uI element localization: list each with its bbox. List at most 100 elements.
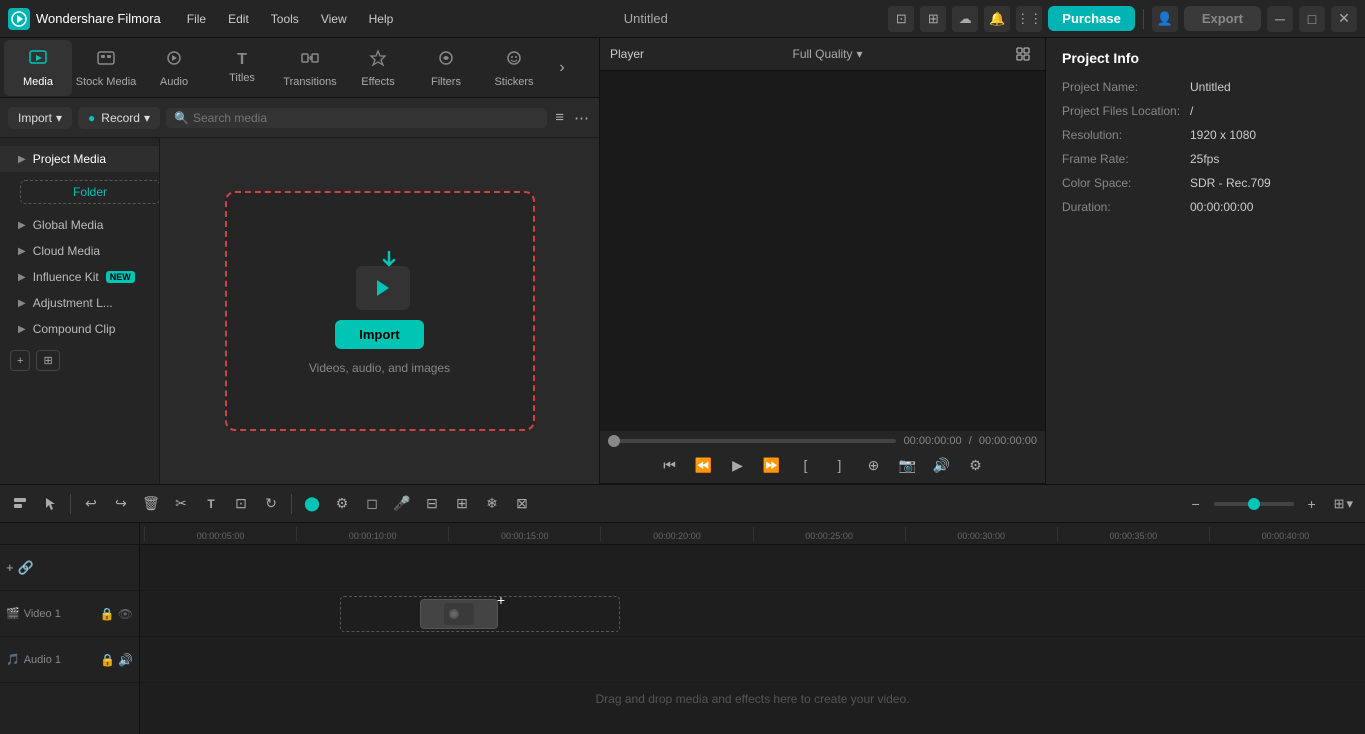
tab-media[interactable]: Media bbox=[4, 40, 72, 96]
menu-tools[interactable]: Tools bbox=[261, 8, 309, 30]
ruler-mark: 00:00:40:00 bbox=[1209, 527, 1361, 541]
crop-button[interactable]: ⊡ bbox=[227, 490, 255, 518]
zoom-out-button[interactable]: − bbox=[1182, 490, 1210, 518]
media-clip[interactable]: + bbox=[420, 599, 498, 629]
sidebar-item-influence-kit[interactable]: ▶ Influence Kit NEW bbox=[0, 264, 159, 290]
step-back-button[interactable]: ⏪ bbox=[690, 451, 718, 479]
tab-filters[interactable]: Filters bbox=[412, 40, 480, 96]
tab-audio[interactable]: Audio bbox=[140, 40, 208, 96]
snapshot-button[interactable]: 📷 bbox=[894, 451, 922, 479]
record-label: Record bbox=[101, 111, 140, 125]
audio-waveform-button[interactable]: 🎤 bbox=[388, 490, 416, 518]
purchase-button[interactable]: Purchase bbox=[1048, 6, 1135, 31]
delete-button[interactable]: 🗑 bbox=[137, 490, 165, 518]
progress-thumb[interactable] bbox=[608, 435, 620, 447]
video-track-row[interactable]: + bbox=[140, 591, 1365, 637]
audio-track-controls: 🔒 🔊 bbox=[100, 653, 133, 667]
record-dot-icon: ● bbox=[88, 111, 95, 125]
user-icon-btn[interactable]: 👤 bbox=[1152, 6, 1178, 32]
video-track-eye-button[interactable]: 👁 bbox=[118, 607, 133, 621]
more-options-button[interactable]: ⋯ bbox=[572, 107, 591, 129]
tab-stickers[interactable]: Stickers bbox=[480, 40, 548, 96]
audio-track-mute-button[interactable]: 🔊 bbox=[118, 653, 133, 667]
info-files-label: Project Files Location: bbox=[1062, 104, 1182, 118]
player-fullscreen-button[interactable] bbox=[1011, 42, 1035, 66]
record-dropdown-button[interactable]: ● Record ▾ bbox=[78, 107, 160, 129]
rotate-button[interactable]: ↻ bbox=[257, 490, 285, 518]
merge-button[interactable]: ⊞ bbox=[448, 490, 476, 518]
mark-out-button[interactable]: ] bbox=[826, 451, 854, 479]
video-track-lock-button[interactable]: 🔒 bbox=[100, 607, 115, 621]
copy-icon-btn[interactable]: ⊞ bbox=[920, 6, 946, 32]
pointer-tool-button[interactable] bbox=[36, 490, 64, 518]
folder-button[interactable]: Folder bbox=[20, 180, 160, 204]
play-button[interactable]: ▶ bbox=[724, 451, 752, 479]
menu-view[interactable]: View bbox=[311, 8, 357, 30]
sidebar-item-project-media[interactable]: ▶ Project Media bbox=[0, 146, 159, 172]
import-dropdown-button[interactable]: Import ▾ bbox=[8, 107, 72, 129]
tab-transitions[interactable]: Transitions bbox=[276, 40, 344, 96]
maximize-button[interactable]: □ bbox=[1299, 6, 1325, 32]
grid-layout-button[interactable]: ⊞ ▾ bbox=[1328, 494, 1359, 514]
progress-track[interactable] bbox=[608, 439, 896, 443]
zoom-in-button[interactable]: + bbox=[1298, 490, 1326, 518]
select-tool-button[interactable] bbox=[6, 490, 34, 518]
restore-icon-btn[interactable]: ⊡ bbox=[888, 6, 914, 32]
mark-in-button[interactable]: [ bbox=[792, 451, 820, 479]
split-button[interactable]: ⊟ bbox=[418, 490, 446, 518]
sidebar-item-cloud-media[interactable]: ▶ Cloud Media bbox=[0, 238, 159, 264]
menu-help[interactable]: Help bbox=[359, 8, 404, 30]
undo-button[interactable]: ↩ bbox=[77, 490, 105, 518]
export-button[interactable]: Export bbox=[1184, 6, 1261, 31]
info-colorspace-label: Color Space: bbox=[1062, 176, 1182, 190]
timeline-track-rows: + Drag and drop media and effects here t… bbox=[140, 545, 1365, 734]
audio-button[interactable]: 🔊 bbox=[928, 451, 956, 479]
titlebar: Wondershare Filmora File Edit Tools View… bbox=[0, 0, 1365, 38]
cloud-icon-btn[interactable]: ☁ bbox=[952, 6, 978, 32]
search-bar: 🔍 bbox=[166, 108, 547, 128]
grid-icon-btn[interactable]: ⋮⋮ bbox=[1016, 6, 1042, 32]
add-media-button[interactable]: + bbox=[10, 350, 30, 371]
menu-file[interactable]: File bbox=[177, 8, 216, 30]
add-track-button-1[interactable]: + bbox=[6, 560, 14, 575]
app-name: Wondershare Filmora bbox=[36, 11, 161, 26]
skip-back-button[interactable]: ⏮ bbox=[656, 451, 684, 479]
search-input[interactable] bbox=[193, 111, 539, 125]
filter-button[interactable]: ≡ bbox=[553, 107, 566, 128]
drop-zone-import-button[interactable]: Import bbox=[335, 320, 423, 349]
cut-button[interactable]: ✂ bbox=[167, 490, 195, 518]
sidebar-item-global-media[interactable]: ▶ Global Media bbox=[0, 212, 159, 238]
notification-icon-btn[interactable]: 🔔 bbox=[984, 6, 1010, 32]
stabilize-button[interactable]: ⊠ bbox=[508, 490, 536, 518]
grid-view-button[interactable]: ⊞ bbox=[36, 350, 59, 371]
audio-track-row[interactable] bbox=[140, 637, 1365, 683]
window-title: Untitled bbox=[403, 11, 888, 26]
tab-stock-media[interactable]: Stock Media bbox=[72, 40, 140, 96]
autocut-button[interactable]: ⬤ bbox=[298, 490, 326, 518]
text-button[interactable]: T bbox=[197, 490, 225, 518]
close-button[interactable]: ✕ bbox=[1331, 6, 1357, 32]
sidebar-item-project-media-label: Project Media bbox=[33, 152, 106, 166]
minimize-button[interactable]: ─ bbox=[1267, 6, 1293, 32]
settings-button[interactable]: ⚙ bbox=[962, 451, 990, 479]
link-track-button[interactable]: 🔗 bbox=[18, 560, 34, 576]
sidebar-item-adjustment[interactable]: ▶ Adjustment L... bbox=[0, 290, 159, 316]
stock-media-tab-icon bbox=[96, 48, 116, 73]
zoom-slider[interactable] bbox=[1214, 502, 1294, 506]
tab-effects[interactable]: Effects bbox=[344, 40, 412, 96]
menu-edit[interactable]: Edit bbox=[218, 8, 259, 30]
mask-button[interactable]: ◻ bbox=[358, 490, 386, 518]
record-chevron-icon: ▾ bbox=[144, 111, 150, 125]
tabs-more-button[interactable]: › bbox=[550, 56, 574, 80]
redo-button[interactable]: ↪ bbox=[107, 490, 135, 518]
audio-track-lock-button[interactable]: 🔒 bbox=[100, 653, 115, 667]
tab-titles[interactable]: T Titles bbox=[208, 40, 276, 96]
sidebar-item-compound-clip[interactable]: ▶ Compound Clip bbox=[0, 316, 159, 342]
info-name-value: Untitled bbox=[1190, 80, 1231, 94]
add-to-timeline-button[interactable]: ⊕ bbox=[860, 451, 888, 479]
quality-button[interactable]: Full Quality ▾ bbox=[792, 47, 862, 61]
speed-button[interactable]: ⚙ bbox=[328, 490, 356, 518]
freeze-button[interactable]: ❄ bbox=[478, 490, 506, 518]
step-forward-button[interactable]: ⏩ bbox=[758, 451, 786, 479]
arrow-icon: ▶ bbox=[18, 298, 26, 309]
